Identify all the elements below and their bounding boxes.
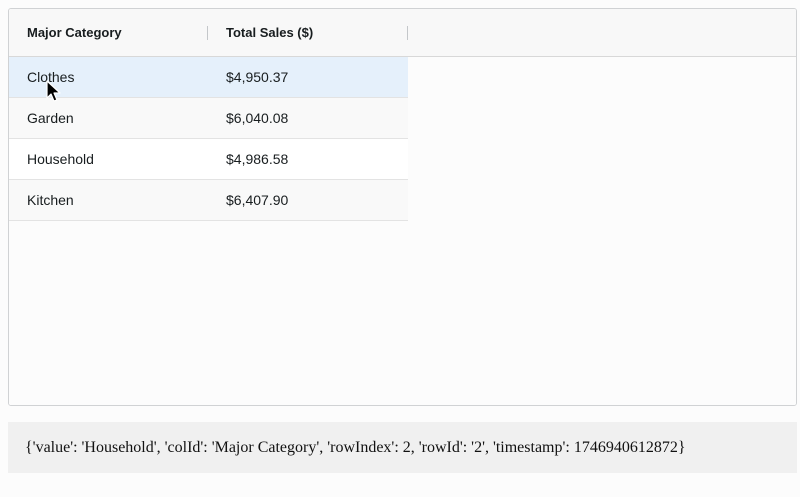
cell-major-category[interactable]: Garden bbox=[9, 110, 208, 126]
cell-major-category[interactable]: Household bbox=[9, 151, 208, 167]
grid-header: Major Category Total Sales ($) bbox=[9, 9, 796, 57]
cell-total-sales[interactable]: $4,950.37 bbox=[208, 69, 408, 85]
table-row[interactable]: Garden $6,040.08 bbox=[9, 98, 408, 139]
table-row[interactable]: Household $4,986.58 bbox=[9, 139, 408, 180]
cell-total-sales[interactable]: $6,040.08 bbox=[208, 110, 408, 126]
cell-major-category[interactable]: Clothes bbox=[9, 69, 208, 85]
event-output: {'value': 'Household', 'colId': 'Major C… bbox=[8, 422, 797, 473]
column-header-label: Total Sales ($) bbox=[226, 25, 314, 40]
grid-body: Clothes $4,950.37 Garden $6,040.08 House… bbox=[9, 57, 796, 405]
cell-total-sales[interactable]: $4,986.58 bbox=[208, 151, 408, 167]
column-header-total-sales[interactable]: Total Sales ($) bbox=[208, 9, 408, 56]
table-row[interactable]: Kitchen $6,407.90 bbox=[9, 180, 408, 221]
column-header-major-category[interactable]: Major Category bbox=[9, 9, 208, 56]
cell-major-category[interactable]: Kitchen bbox=[9, 192, 208, 208]
cell-total-sales[interactable]: $6,407.90 bbox=[208, 192, 408, 208]
data-grid: Major Category Total Sales ($) Clothes $… bbox=[8, 8, 797, 406]
table-row[interactable]: Clothes $4,950.37 bbox=[9, 57, 408, 98]
column-resize-handle[interactable] bbox=[407, 26, 408, 40]
column-header-label: Major Category bbox=[27, 25, 122, 40]
